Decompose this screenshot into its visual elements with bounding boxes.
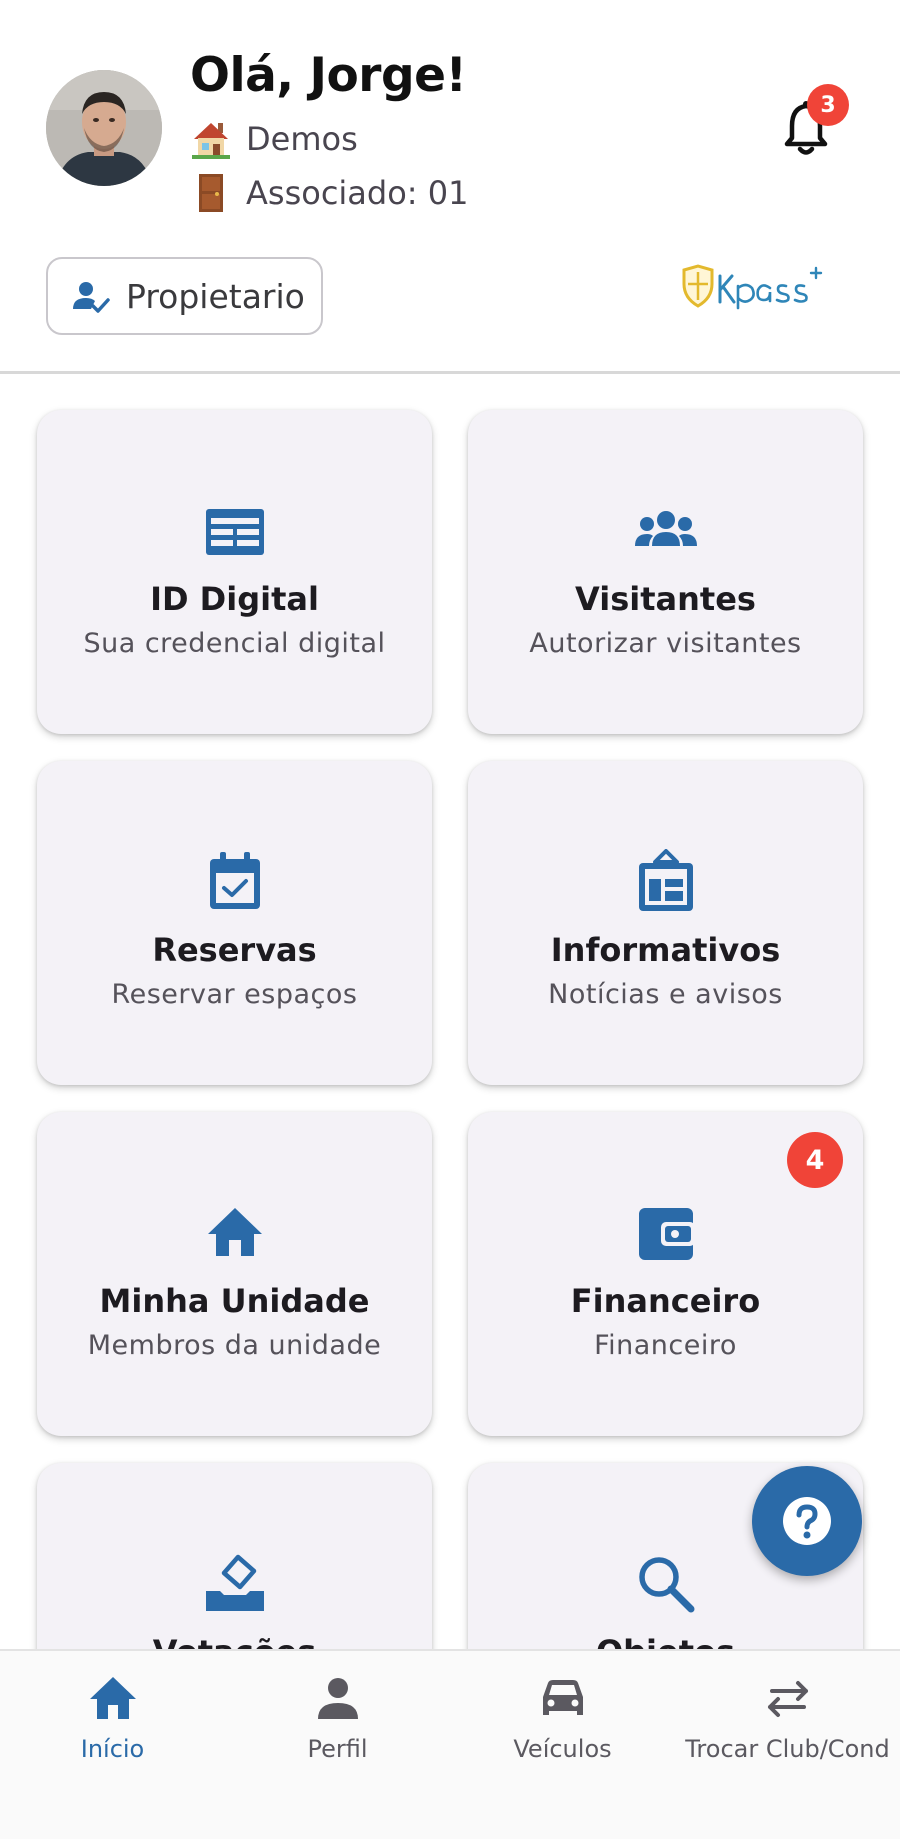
nav-label: Veículos (513, 1735, 612, 1763)
card-title: ID Digital (150, 580, 319, 618)
calendar-check-icon (209, 852, 260, 909)
card-financeiro[interactable]: 4 Financeiro Financeiro (468, 1112, 863, 1436)
user-photo-icon (46, 70, 162, 186)
card-id-digital[interactable]: ID Digital Sua credencial digital (37, 410, 432, 734)
role-chip[interactable]: Propietario (46, 257, 323, 335)
user-check-icon (73, 282, 110, 313)
nav-veiculos[interactable]: Veículos (450, 1651, 675, 1839)
card-subtitle: Autorizar visitantes (529, 628, 802, 659)
car-icon (542, 1680, 583, 1715)
feature-grid: ID Digital Sua credencial digital Visita… (0, 374, 900, 1649)
card-subtitle: Reservar espaços (111, 979, 358, 1010)
card-title: Votações (153, 1633, 317, 1649)
news-board-icon (638, 849, 693, 911)
kpass-logo (680, 262, 830, 312)
nav-trocar-club[interactable]: Trocar Club/Cond (675, 1651, 900, 1839)
role-chip-label: Propietario (126, 276, 305, 316)
home-icon (207, 1208, 262, 1256)
search-icon (638, 1557, 694, 1613)
card-visitantes[interactable]: Visitantes Autorizar visitantes (468, 410, 863, 734)
card-reservas[interactable]: Reservas Reservar espaços (37, 761, 432, 1085)
nav-inicio[interactable]: Início (0, 1651, 225, 1839)
notification-badge: 3 (807, 84, 849, 126)
card-title: Informativos (550, 931, 781, 969)
card-minha-unidade[interactable]: Minha Unidade Membros da unidade (37, 1112, 432, 1436)
bottom-nav: Início Perfil Veículos Trocar Club/Cond (0, 1649, 900, 1839)
card-subtitle: Membros da unidade (87, 1330, 382, 1361)
nav-label: Início (80, 1735, 145, 1763)
id-card-icon (205, 509, 264, 555)
financeiro-badge: 4 (787, 1132, 843, 1188)
help-icon (783, 1497, 831, 1545)
card-subtitle: Financeiro (594, 1330, 737, 1361)
door-emoji-icon (192, 173, 230, 213)
greeting: Olá, Jorge! (190, 48, 467, 103)
card-title: Reservas (152, 931, 317, 969)
group-icon (634, 511, 697, 546)
property-row: Demos (192, 119, 358, 159)
header: Olá, Jorge! Demos Associado: 01 3 Propie… (0, 0, 900, 374)
card-votacoes[interactable]: Votações (37, 1463, 432, 1649)
house-emoji-icon (192, 119, 230, 159)
avatar[interactable] (46, 70, 162, 186)
person-icon (317, 1678, 358, 1719)
unit-row: Associado: 01 (192, 173, 468, 213)
home-icon (89, 1677, 136, 1719)
card-subtitle: Sua credencial digital (83, 628, 386, 659)
unit-label: Associado: 01 (246, 174, 469, 212)
property-name: Demos (246, 120, 358, 158)
card-title: Visitantes (575, 580, 756, 618)
card-informativos[interactable]: Informativos Notícias e avisos (468, 761, 863, 1085)
card-title: Minha Unidade (99, 1282, 370, 1320)
nav-perfil[interactable]: Perfil (225, 1651, 450, 1839)
swap-icon (767, 1681, 808, 1717)
card-title: Financeiro (570, 1282, 761, 1320)
nav-label: Perfil (307, 1735, 368, 1763)
wallet-icon (638, 1208, 695, 1260)
help-button[interactable] (752, 1466, 862, 1576)
ballot-icon (205, 1554, 264, 1611)
nav-label: Trocar Club/Cond (685, 1735, 890, 1763)
card-subtitle: Notícias e avisos (548, 979, 783, 1010)
card-title: Objetos (596, 1633, 735, 1649)
